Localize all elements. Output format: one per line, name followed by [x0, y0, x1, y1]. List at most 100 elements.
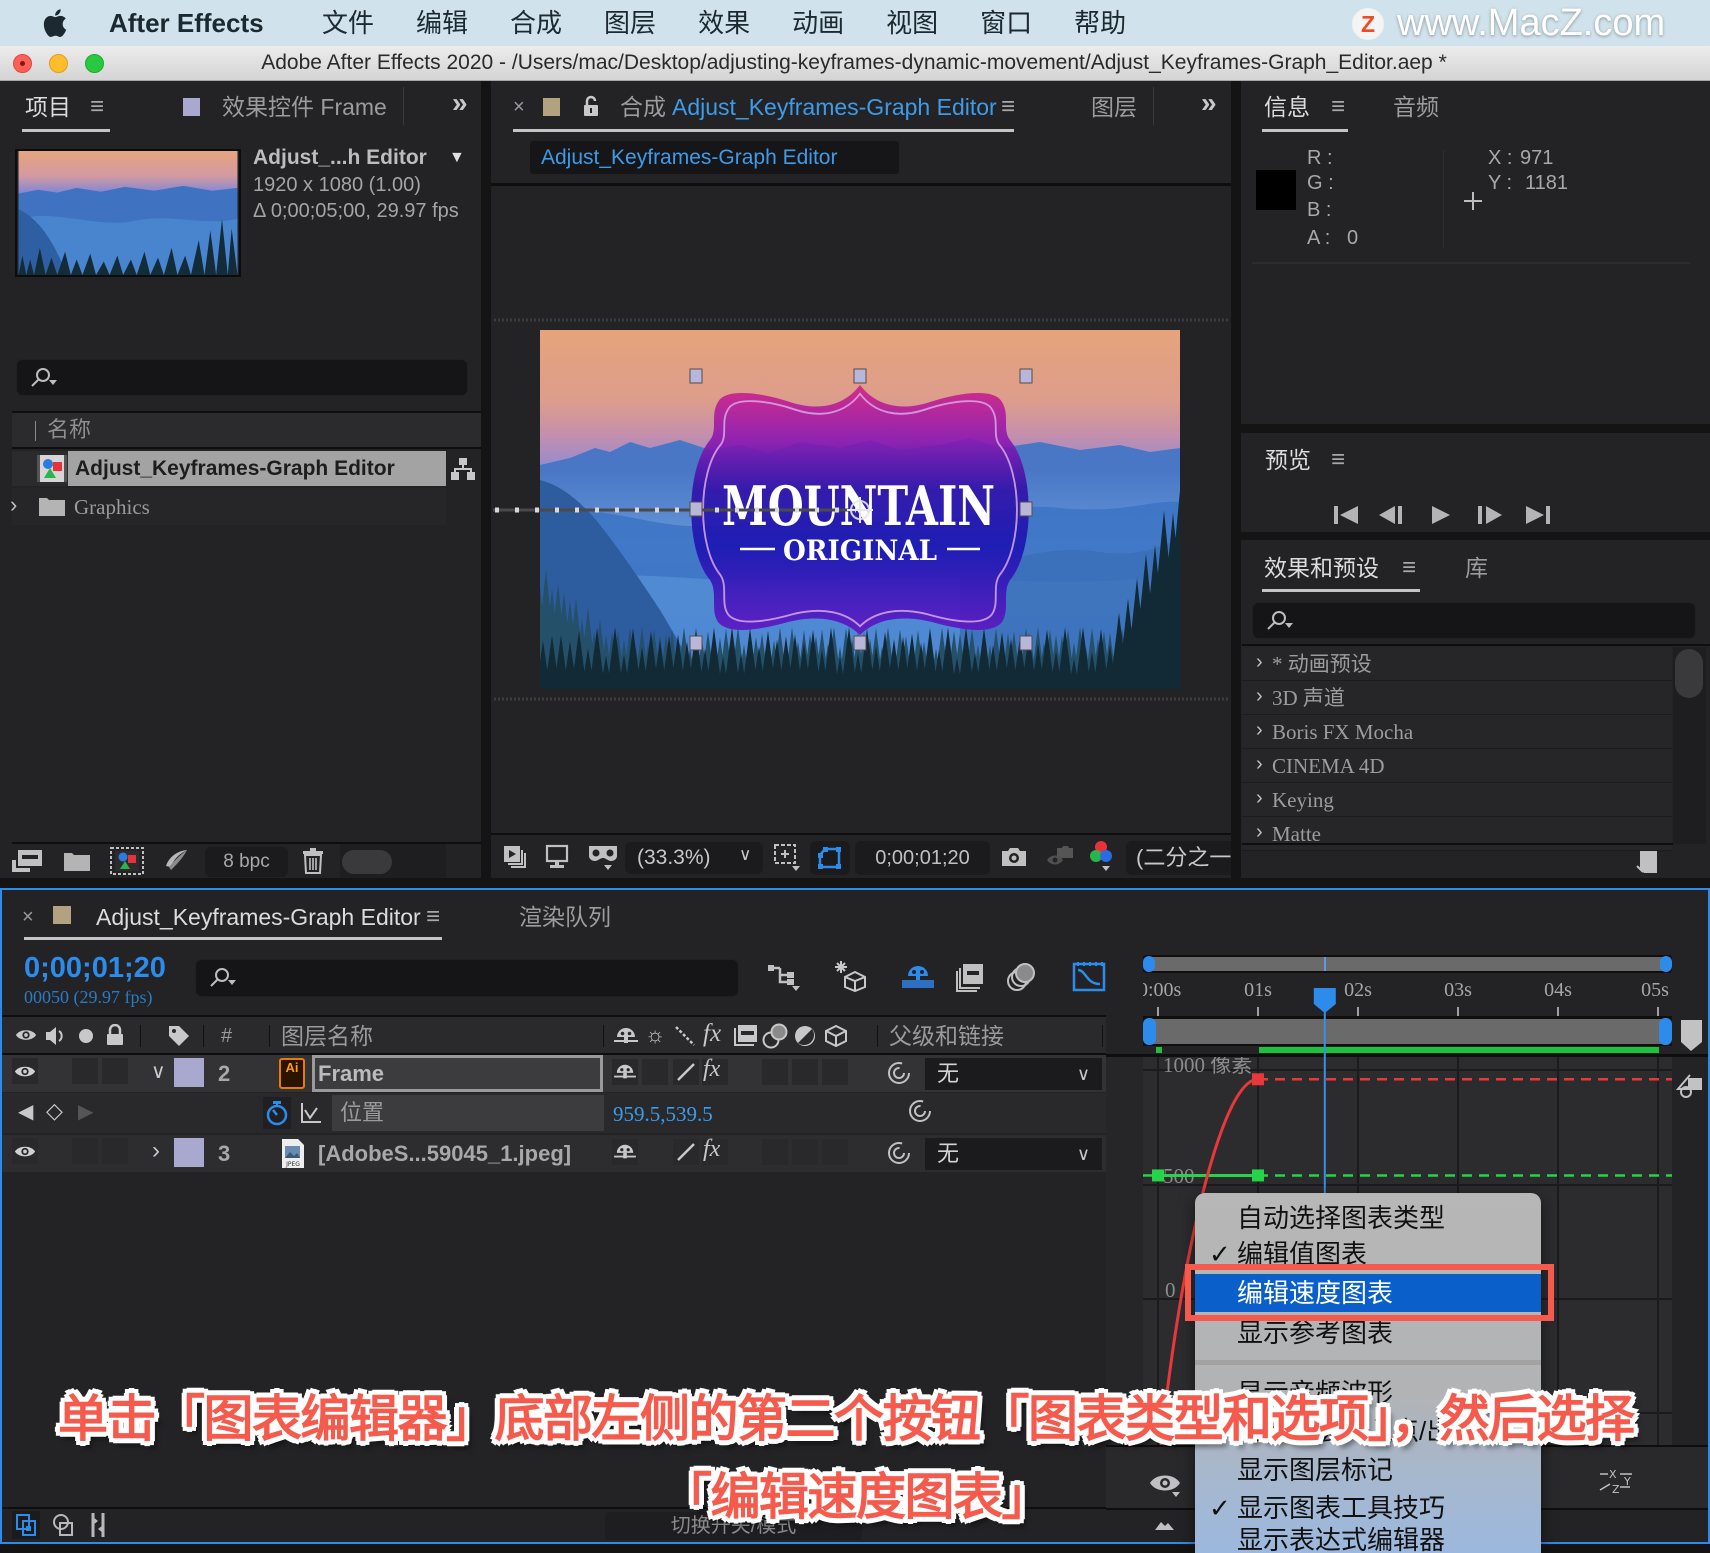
lock-toggle[interactable] — [102, 1058, 128, 1084]
transform-handle[interactable] — [1019, 368, 1033, 384]
tab-library[interactable]: 库 — [1465, 553, 1488, 583]
project-item-folder[interactable]: › Graphics — [10, 488, 446, 525]
new-preset-icon[interactable] — [1634, 850, 1658, 874]
tab-composition-name[interactable]: Adjust_Keyframes-Graph Editor — [672, 92, 997, 122]
panel-menu-icon[interactable]: ≡ — [1402, 553, 1416, 583]
layer-name-field[interactable]: Frame — [312, 1055, 603, 1092]
audio-header-icon[interactable] — [44, 1025, 66, 1047]
x-position-keyframe[interactable] — [1252, 1073, 1264, 1086]
menu-view[interactable]: 视图 — [886, 0, 938, 46]
new-composition-icon[interactable] — [110, 847, 144, 875]
viewer-timecode-field[interactable]: 0;00;01;20 — [855, 841, 990, 875]
panel-menu-icon[interactable]: ≡ — [426, 902, 440, 932]
y-position-keyframe[interactable] — [1252, 1169, 1264, 1182]
parent-dropdown[interactable]: 无 ∨ — [925, 1058, 1102, 1090]
layer-row[interactable]: ∨ 2 Ai Frame fx 无 ∨ — [2, 1055, 1106, 1092]
frame-blending-icon[interactable] — [955, 962, 985, 992]
video-visibility-toggle[interactable] — [12, 1058, 38, 1084]
layer-label-color[interactable] — [174, 1138, 204, 1167]
tab-effect-controls[interactable]: 效果控件 Frame — [222, 92, 387, 122]
flowchart-icon[interactable] — [450, 457, 476, 481]
motion-blur-icon[interactable] — [1006, 962, 1036, 992]
color-channels-icon[interactable] — [1088, 840, 1116, 874]
video-visibility-header-icon[interactable] — [15, 1027, 37, 1043]
comp-dropdown-arrow-icon[interactable]: ▼ — [449, 145, 465, 171]
tab-audio[interactable]: 音频 — [1393, 92, 1439, 122]
effects-scrollbar[interactable] — [1673, 647, 1706, 844]
tab-render-queue[interactable]: 渲染队列 — [519, 902, 611, 932]
quality-switch[interactable] — [673, 1059, 699, 1085]
effects-switch[interactable]: fx — [702, 1136, 728, 1165]
menu-window[interactable]: 窗口 — [980, 0, 1032, 46]
menu-item-show-expression-editor[interactable]: 显示表达式编辑器 — [1195, 1522, 1541, 1553]
shy-switch[interactable] — [612, 1059, 638, 1085]
adjustment-switch[interactable] — [822, 1059, 848, 1085]
column-parent-header[interactable]: 父级和链接 — [889, 1022, 1004, 1050]
trash-icon[interactable] — [302, 848, 324, 874]
expression-pick-whip-icon[interactable] — [908, 1099, 932, 1123]
3d-layer-header-icon[interactable] — [823, 1024, 849, 1048]
panel-menu-icon[interactable]: ≡ — [90, 92, 104, 122]
motion-blur-header-icon[interactable] — [762, 1023, 788, 1049]
comp-flowchart-icon[interactable] — [768, 962, 802, 992]
mask-visibility-toggle[interactable] — [810, 841, 850, 875]
column-layer-name-header[interactable]: 图层名称 — [281, 1022, 373, 1050]
effects-category[interactable]: › Keying — [1242, 783, 1672, 817]
panel-menu-icon[interactable]: ≡ — [1331, 445, 1345, 475]
menu-effect[interactable]: 效果 — [698, 0, 750, 46]
column-name-header[interactable]: 名称 — [47, 417, 91, 443]
work-area-start-handle[interactable] — [1143, 1018, 1156, 1045]
in-out-stretch-icon[interactable] — [87, 1512, 109, 1538]
shy-switch[interactable] — [612, 1139, 638, 1165]
transform-handle[interactable] — [853, 368, 867, 384]
hide-shy-layers-icon[interactable] — [902, 962, 934, 990]
collapse-chevron-icon[interactable]: ∨ — [151, 1059, 166, 1085]
timeline-search-input[interactable] — [195, 959, 739, 997]
parent-dropdown[interactable]: 无 ∨ — [925, 1138, 1102, 1170]
more-tabs-icon[interactable]: » — [1201, 88, 1217, 118]
effects-header-icon[interactable]: fx — [703, 1018, 721, 1050]
menu-animation[interactable]: 动画 — [792, 0, 844, 46]
scrollbar-thumb[interactable] — [1675, 649, 1703, 698]
menu-edit[interactable]: 编辑 — [416, 0, 468, 46]
menu-help[interactable]: 帮助 — [1074, 0, 1126, 46]
first-frame-button[interactable] — [1334, 506, 1359, 524]
next-frame-button[interactable] — [1478, 506, 1503, 524]
graph-editor-icon[interactable] — [1072, 960, 1106, 992]
parent-pick-whip-icon[interactable] — [887, 1141, 911, 1165]
thumbnail-toggle[interactable] — [342, 850, 392, 874]
project-search-input[interactable] — [16, 359, 468, 396]
transform-handle[interactable] — [689, 368, 703, 384]
grid-guides-icon[interactable] — [772, 842, 802, 872]
motion-blur-switch[interactable] — [792, 1139, 818, 1165]
vr-goggles-icon[interactable] — [586, 842, 620, 872]
effects-category[interactable]: › CINEMA 4D — [1242, 749, 1672, 783]
expand-chevron-icon[interactable]: › — [152, 1137, 160, 1165]
tab-info[interactable]: 信息 — [1264, 92, 1310, 122]
tab-layer[interactable]: 图层 — [1091, 92, 1137, 122]
always-preview-icon[interactable] — [502, 844, 528, 870]
render-encoder-icon[interactable] — [163, 848, 189, 874]
add-keyframe-icon[interactable]: ◇ — [46, 1098, 63, 1124]
snapshot-camera-icon[interactable] — [1000, 846, 1028, 868]
bit-depth-button[interactable]: 8 bpc — [205, 847, 288, 877]
previous-frame-button[interactable] — [1379, 506, 1404, 524]
draft-3d-icon[interactable] — [833, 960, 869, 992]
menu-composition[interactable]: 合成 — [510, 0, 562, 46]
menu-item-show-layer-markers[interactable]: 显示图层标记 — [1195, 1452, 1541, 1488]
label-tag-header-icon[interactable] — [167, 1024, 191, 1048]
close-tab-icon[interactable]: × — [513, 94, 525, 120]
magnification-dropdown[interactable]: (33.3%) ∨ — [625, 842, 763, 874]
effects-category[interactable]: › Matte — [1242, 817, 1672, 851]
frame-blending-switch[interactable] — [762, 1139, 788, 1165]
preview-title[interactable]: 预览 — [1265, 445, 1311, 475]
last-frame-button[interactable] — [1526, 506, 1551, 524]
lock-toggle[interactable] — [102, 1138, 128, 1164]
layer-name[interactable]: [AdobeS...59045_1.jpeg] — [318, 1140, 571, 1168]
resolution-dropdown[interactable]: (二分之一 — [1126, 841, 1231, 875]
composition-viewer[interactable]: MOUNTAIN ORIGINAL — [491, 186, 1231, 834]
next-keyframe-icon[interactable]: ▶ — [78, 1099, 93, 1125]
new-folder-icon[interactable] — [63, 850, 91, 872]
unlocked-icon[interactable] — [583, 95, 599, 117]
frame-blending-switch[interactable] — [762, 1059, 788, 1085]
